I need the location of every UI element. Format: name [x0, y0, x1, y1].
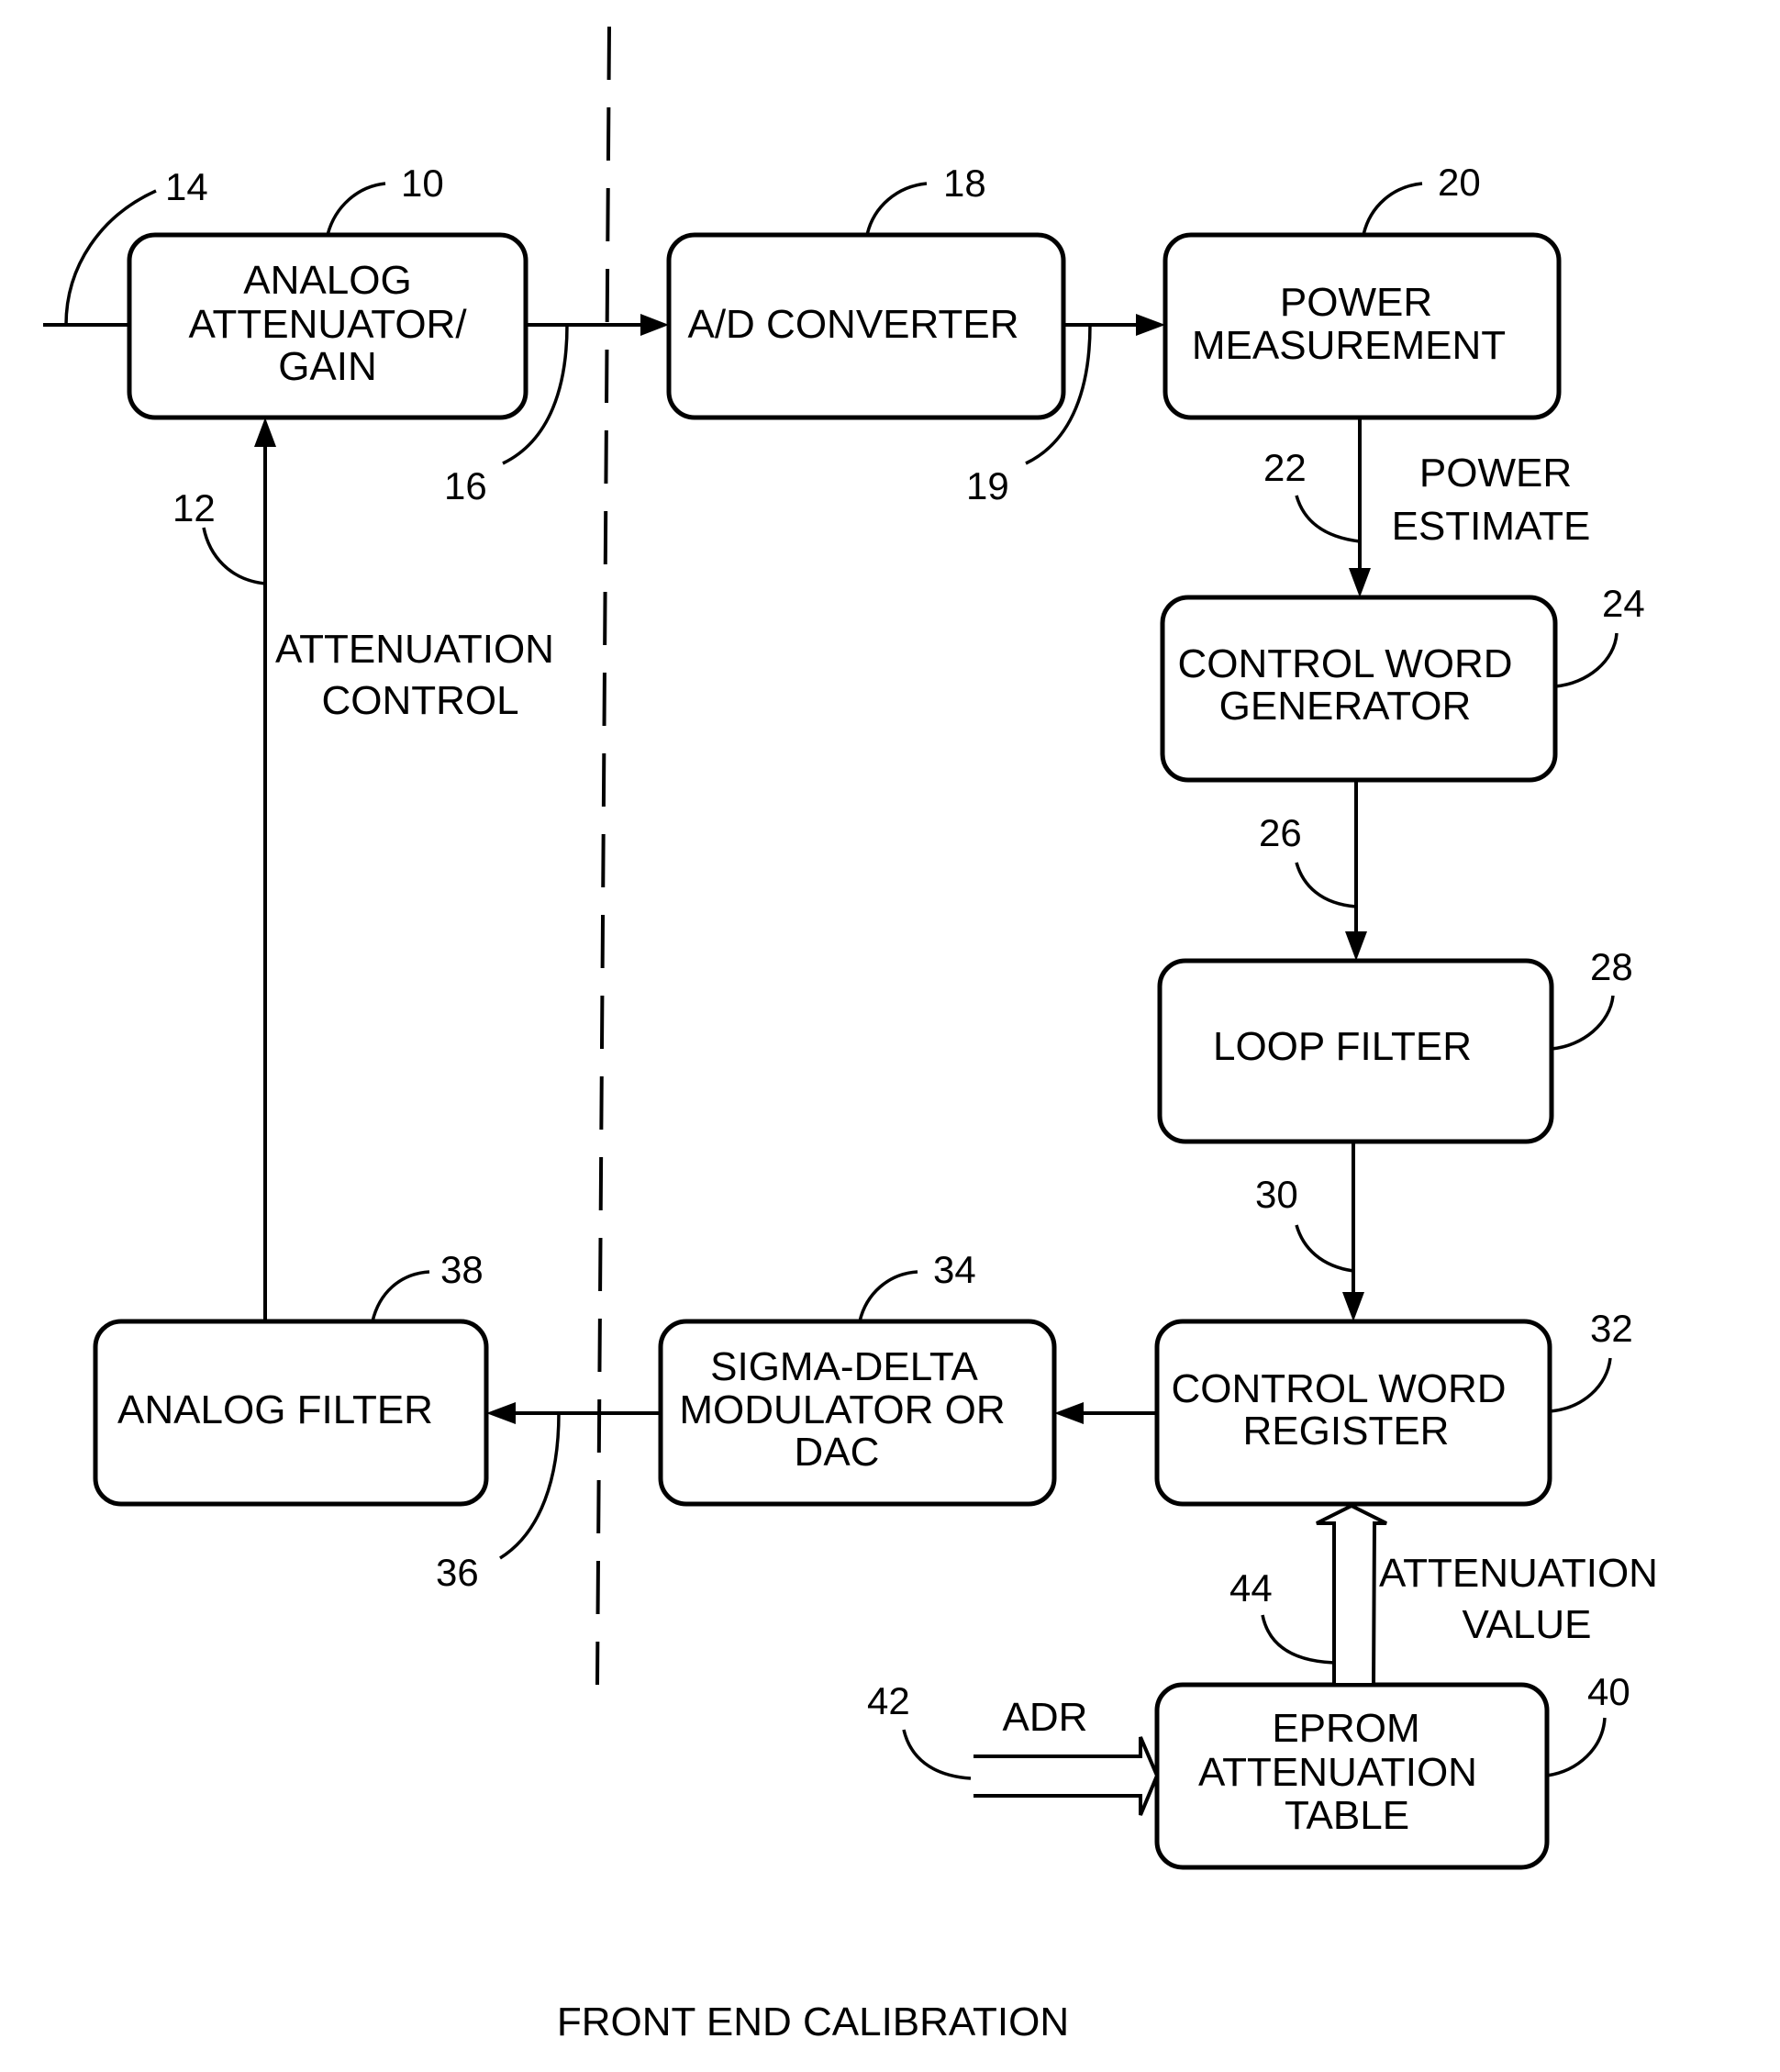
eprom-attenuation-table-block: EPROM ATTENUATION TABLE 40	[1154, 1670, 1630, 1870]
signal-label-line: CONTROL	[321, 678, 518, 723]
reference-numeral: 22	[1263, 446, 1307, 489]
block-label-line: POWER	[1280, 280, 1432, 325]
leader-line	[499, 1412, 561, 1560]
block-label-line: GENERATOR	[1219, 684, 1472, 729]
leader-line	[1362, 182, 1423, 236]
arrow-head	[486, 1402, 516, 1424]
leader-line	[1546, 1717, 1607, 1777]
leader-line	[202, 527, 266, 585]
reference-numeral: 10	[401, 162, 444, 205]
power-estimate-connection: 22 POWER ESTIMATE	[1263, 418, 1590, 597]
address-bus: 42 ADR	[867, 1679, 1160, 1816]
reference-numeral: 24	[1602, 582, 1645, 625]
reference-numeral: 40	[1587, 1670, 1630, 1713]
leader-line	[1554, 632, 1619, 688]
leader-line	[858, 1270, 918, 1322]
block-label-line: SIGMA-DELTA	[710, 1344, 978, 1389]
power-measurement-block: POWER MEASUREMENT 20	[1163, 161, 1562, 420]
block-label-line: ANALOG	[243, 258, 411, 303]
arrow-head	[640, 314, 669, 336]
leader-line	[1295, 495, 1361, 543]
reference-numeral: 32	[1590, 1307, 1633, 1350]
block-label-line: CONTROL WORD	[1177, 641, 1512, 686]
arrow-head	[1345, 931, 1367, 961]
reference-numeral: 19	[966, 464, 1009, 507]
leader-line	[326, 182, 386, 236]
reference-numeral: 36	[436, 1551, 479, 1594]
hollow-bus-arrow	[973, 1736, 1160, 1816]
leader-line	[1551, 995, 1615, 1051]
reference-numeral: 30	[1255, 1173, 1298, 1216]
register-to-modulator-connection	[1054, 1402, 1157, 1424]
hollow-bus-arrow	[1316, 1503, 1387, 1687]
block-label-line: ANALOG FILTER	[117, 1387, 433, 1432]
signal-label-line: ATTENUATION	[275, 627, 554, 672]
signal-label-line: ATTENUATION	[1379, 1551, 1658, 1596]
sigma-delta-modulator-block: SIGMA-DELTA MODULATOR OR DAC 34	[658, 1248, 1057, 1507]
block-label-line: EPROM	[1272, 1706, 1419, 1751]
signal-label-line: VALUE	[1462, 1602, 1591, 1647]
arrow-head	[1136, 314, 1165, 336]
block-label-line: ATTENUATOR/	[188, 302, 467, 347]
block-label-line: GAIN	[278, 344, 377, 389]
leader-line	[1295, 862, 1357, 908]
arrow-head	[1349, 568, 1371, 597]
arrow-head	[254, 418, 276, 447]
block-label-line: CONTROL WORD	[1171, 1366, 1506, 1411]
reference-numeral: 20	[1438, 161, 1481, 204]
leader-line	[902, 1729, 972, 1780]
block-label-line: LOOP FILTER	[1213, 1024, 1472, 1069]
attenuation-value-bus: 44 ATTENUATION VALUE	[1229, 1503, 1658, 1687]
loop-filter-block: LOOP FILTER 28	[1157, 945, 1633, 1144]
arrow-head	[1342, 1292, 1364, 1321]
figure-caption: FRONT END CALIBRATION	[557, 2000, 1069, 2044]
analog-filter-block: ANALOG FILTER 38	[93, 1248, 489, 1507]
front-end-calibration-diagram: ANALOG ATTENUATOR/ GAIN 10 14 A/D CONVER…	[43, 26, 1658, 2044]
analog-digital-boundary	[595, 26, 611, 1686]
signal-label-line: ADR	[1003, 1695, 1088, 1740]
arrow-head	[1054, 1402, 1084, 1424]
reference-numeral: 38	[440, 1248, 484, 1291]
leader-line	[865, 182, 928, 236]
leader-line	[1261, 1614, 1335, 1665]
attenuation-control-connection: 12 ATTENUATION CONTROL	[172, 418, 554, 1321]
block-label-line: MEASUREMENT	[1192, 323, 1506, 368]
block-label-line: DAC	[795, 1430, 880, 1475]
ad-converter-block: A/D CONVERTER 18	[666, 162, 1066, 420]
reference-numeral: 28	[1590, 945, 1633, 988]
reference-numeral: 14	[165, 165, 208, 208]
control-word-register-block: CONTROL WORD REGISTER 32	[1154, 1307, 1633, 1507]
block-label-line: REGISTER	[1243, 1409, 1450, 1454]
leader-line	[371, 1270, 430, 1322]
reference-numeral: 12	[172, 486, 216, 529]
reference-numeral: 16	[444, 464, 487, 507]
leader-line	[1295, 1224, 1354, 1273]
filtered-word-connection: 30	[1255, 1142, 1364, 1321]
block-label-line: TABLE	[1285, 1793, 1409, 1838]
block-label-line: MODULATOR OR	[679, 1387, 1005, 1432]
signal-label-line: ESTIMATE	[1392, 504, 1591, 549]
control-word-connection: 26	[1259, 780, 1367, 961]
reference-numeral: 34	[933, 1248, 976, 1291]
block-label-line: ATTENUATION	[1198, 1750, 1477, 1795]
reference-numeral: 42	[867, 1679, 910, 1722]
control-word-generator-block: CONTROL WORD GENERATOR 24	[1160, 582, 1645, 783]
signal-label-line: POWER	[1419, 451, 1572, 496]
reference-numeral: 18	[943, 162, 986, 205]
reference-numeral: 26	[1259, 811, 1302, 854]
leader-line	[1549, 1357, 1612, 1413]
block-label-line: A/D CONVERTER	[687, 302, 1018, 347]
reference-numeral: 44	[1229, 1566, 1273, 1610]
